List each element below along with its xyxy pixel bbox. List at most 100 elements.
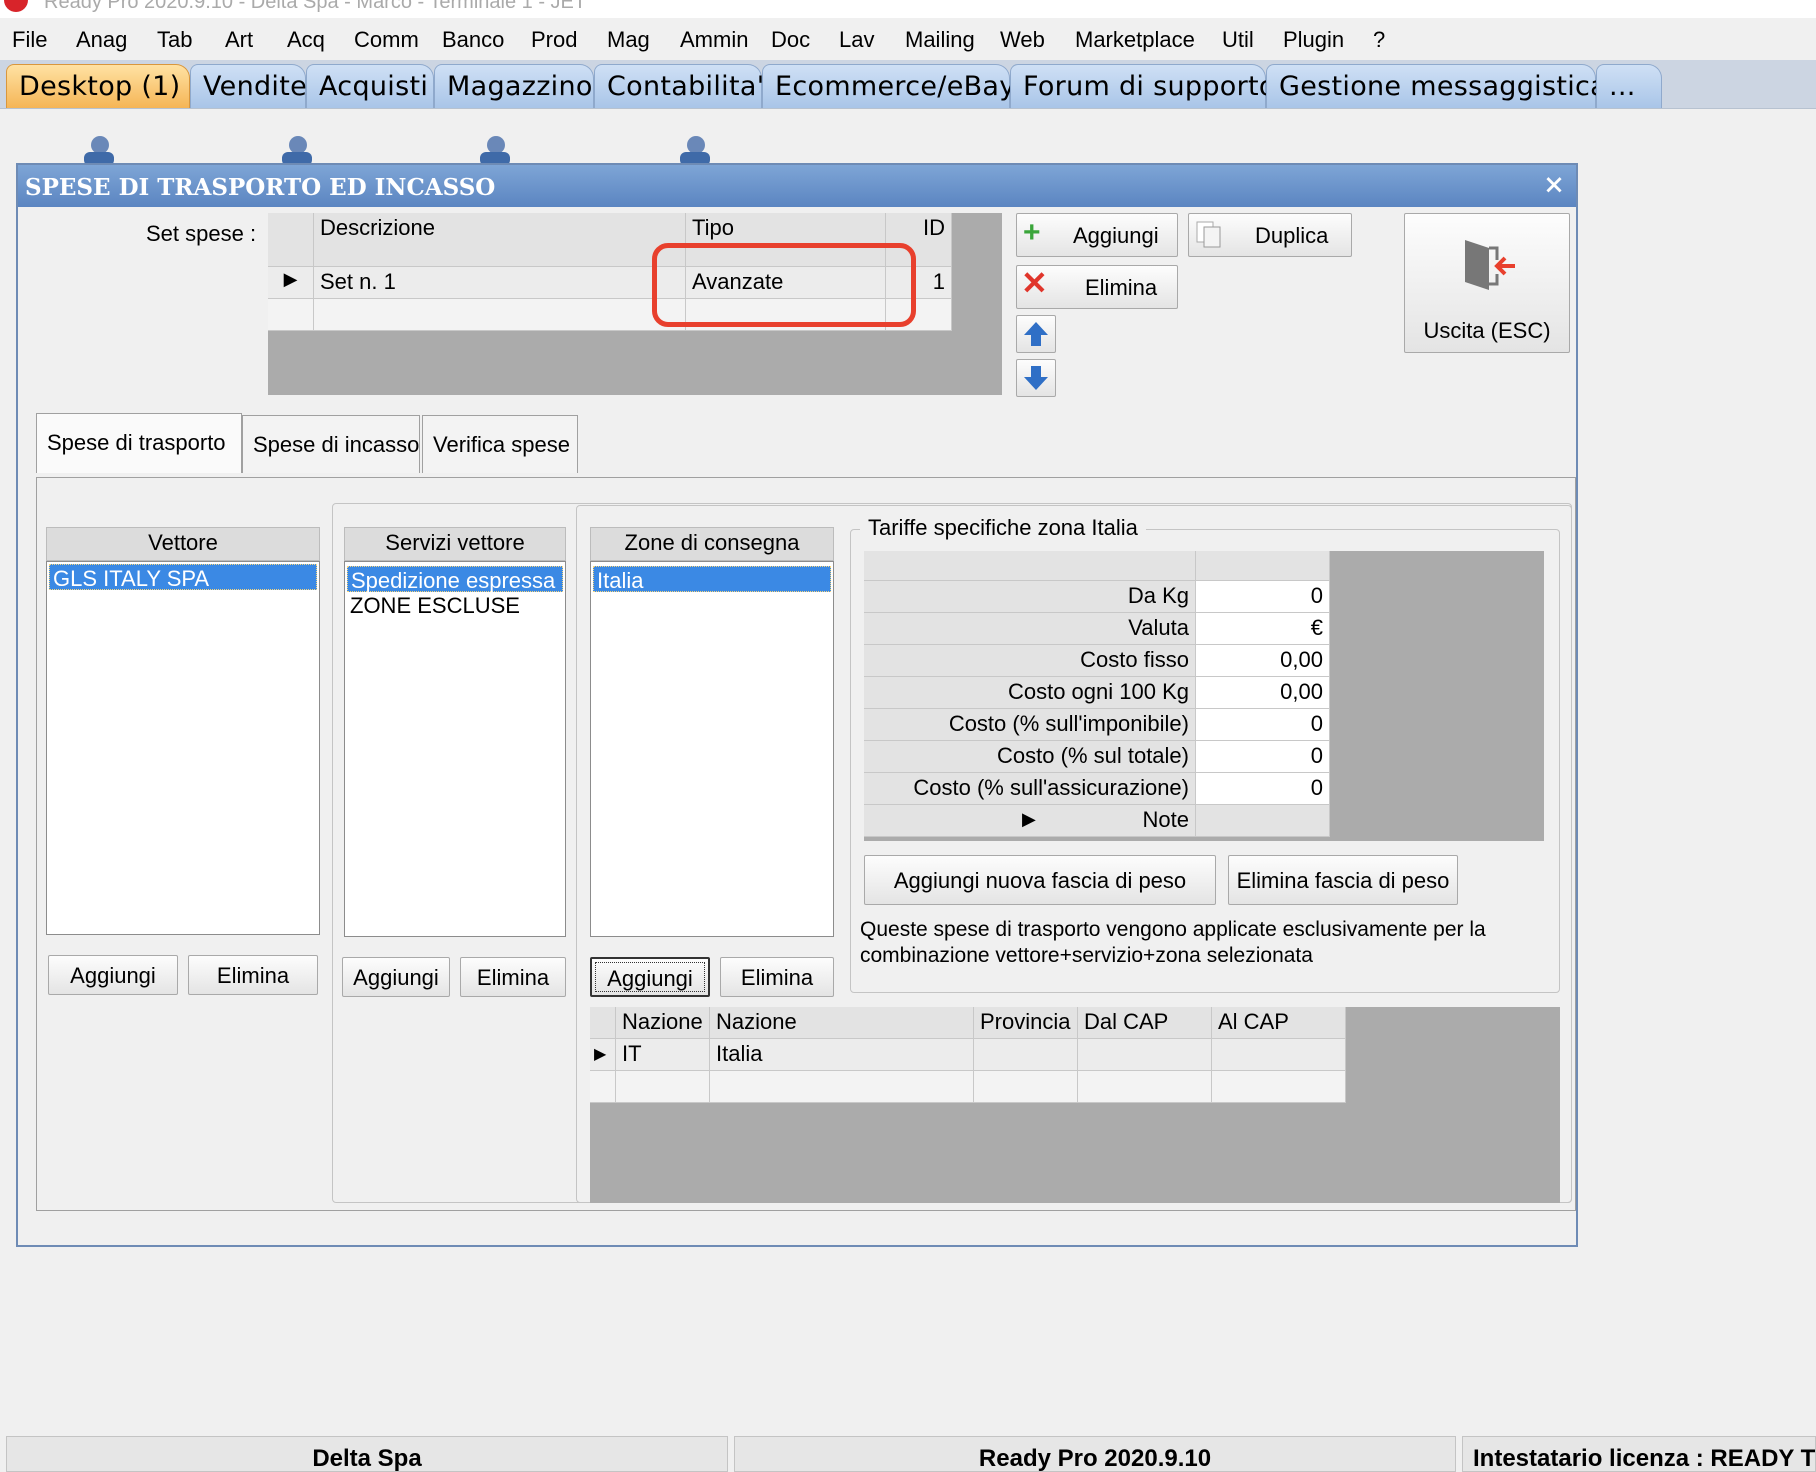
spese-trasporto-dialog: SPESE DI TRASPORTO ED INCASSO × Set spes…: [16, 163, 1578, 1247]
user-icon[interactable]: [276, 134, 316, 166]
menu-comm[interactable]: Comm: [354, 27, 419, 53]
new-row-marker: [590, 1071, 616, 1103]
user-icon[interactable]: [674, 134, 714, 166]
vettore-header: Vettore: [46, 527, 320, 561]
new-row-cell[interactable]: [314, 299, 686, 331]
tab-spese-incasso[interactable]: Spese di incasso: [242, 415, 420, 473]
row-label: Costo (% sull'imponibile): [864, 709, 1196, 741]
row-label: Costo ogni 100 Kg: [864, 677, 1196, 709]
move-up-button[interactable]: [1016, 315, 1056, 353]
close-icon[interactable]: ×: [1540, 171, 1568, 199]
aggiungi-fascia-button[interactable]: Aggiungi nuova fascia di peso: [864, 855, 1216, 905]
col-descrizione[interactable]: Descrizione: [314, 213, 686, 267]
menu-help[interactable]: ?: [1373, 27, 1385, 53]
cell-provincia[interactable]: [974, 1039, 1078, 1071]
menu-plugin[interactable]: Plugin: [1283, 27, 1344, 53]
vettore-list[interactable]: GLS ITALY SPA: [46, 561, 320, 935]
costo-assicurazione-field[interactable]: 0: [1196, 773, 1330, 805]
grid-corner: [590, 1007, 616, 1039]
new-row-cell[interactable]: [1078, 1071, 1212, 1103]
servizi-list[interactable]: Spedizione espressa ZONE ESCLUSE: [344, 561, 566, 937]
tab-contabilita[interactable]: Contabilita': [594, 64, 764, 108]
list-item[interactable]: ZONE ESCLUSE: [347, 592, 563, 618]
menu-lav[interactable]: Lav: [839, 27, 874, 53]
tab-vendite[interactable]: Vendite: [190, 64, 307, 108]
aggiungi-set-button[interactable]: + Aggiungi: [1016, 213, 1178, 257]
dialog-title: SPESE DI TRASPORTO ED INCASSO: [25, 174, 496, 201]
aggiungi-zona-button[interactable]: Aggiungi: [590, 957, 710, 997]
tab-ecommerce[interactable]: Ecommerce/eBay: [762, 64, 1015, 108]
menu-ammin[interactable]: Ammin: [680, 27, 748, 53]
menu-mailing[interactable]: Mailing: [905, 27, 975, 53]
menu-tab[interactable]: Tab: [157, 27, 192, 53]
menu-bar: File Anag Tab Art Acq Comm Banco Prod Ma…: [0, 22, 1816, 58]
aggiungi-vettore-button[interactable]: Aggiungi: [48, 955, 178, 995]
cell-dal-cap[interactable]: [1078, 1039, 1212, 1071]
note-field[interactable]: [1196, 805, 1330, 837]
elimina-set-button[interactable]: ✕ Elimina: [1016, 265, 1178, 309]
tab-forum[interactable]: Forum di supporto: [1010, 64, 1275, 108]
list-item[interactable]: GLS ITALY SPA: [49, 564, 317, 591]
duplica-button[interactable]: Duplica: [1188, 213, 1352, 257]
move-down-button[interactable]: [1016, 359, 1056, 397]
tab-acquisti[interactable]: Acquisti: [306, 64, 434, 108]
user-icon[interactable]: [78, 134, 118, 166]
aggiungi-label: Aggiungi: [1073, 223, 1159, 248]
list-item[interactable]: Spedizione espressa: [347, 566, 563, 593]
cell-al-cap[interactable]: [1212, 1039, 1346, 1071]
costo-100kg-field[interactable]: 0,00: [1196, 677, 1330, 709]
menu-web[interactable]: Web: [1000, 27, 1045, 53]
exit-door-icon: [1465, 240, 1515, 290]
tab-desktop[interactable]: Desktop (1): [6, 64, 190, 108]
col-dal-cap[interactable]: Dal CAP: [1078, 1007, 1212, 1039]
menu-banco[interactable]: Banco: [442, 27, 504, 53]
menu-prod[interactable]: Prod: [531, 27, 577, 53]
menu-marketplace[interactable]: Marketplace: [1075, 27, 1195, 53]
valuta-field[interactable]: €: [1196, 613, 1330, 645]
new-row-cell[interactable]: [1212, 1071, 1346, 1103]
col-provincia[interactable]: Provincia: [974, 1007, 1078, 1039]
elimina-servizio-button[interactable]: Elimina: [460, 957, 566, 997]
cell-nazione-cod[interactable]: IT: [616, 1039, 710, 1071]
tab-magazzino[interactable]: Magazzino: [434, 64, 594, 108]
costo-imponibile-field[interactable]: 0: [1196, 709, 1330, 741]
cell-descrizione[interactable]: Set n. 1: [314, 267, 686, 299]
tab-more[interactable]: ...: [1596, 64, 1662, 108]
highlight-annotation: [652, 243, 916, 327]
menu-acq[interactable]: Acq: [287, 27, 325, 53]
new-row-cell[interactable]: [710, 1071, 974, 1103]
new-row-cell[interactable]: [616, 1071, 710, 1103]
new-row-cell[interactable]: [974, 1071, 1078, 1103]
tab-spese-trasporto[interactable]: Spese di trasporto: [36, 413, 242, 473]
da-kg-field[interactable]: 0: [1196, 581, 1330, 613]
tab-messaggistica[interactable]: Gestione messaggistica: [1266, 64, 1607, 108]
menu-mag[interactable]: Mag: [607, 27, 650, 53]
elimina-fascia-button[interactable]: Elimina fascia di peso: [1228, 855, 1458, 905]
row-label: Costo (% sull'assicurazione): [864, 773, 1196, 805]
tariffe-header-right: [1196, 551, 1330, 581]
zone-list[interactable]: Italia: [590, 561, 834, 937]
tab-verifica-spese[interactable]: Verifica spese: [422, 415, 578, 473]
elimina-zona-button[interactable]: Elimina: [720, 957, 834, 997]
aggiungi-servizio-button[interactable]: Aggiungi: [342, 957, 450, 997]
menu-art[interactable]: Art: [225, 27, 253, 53]
menu-util[interactable]: Util: [1222, 27, 1254, 53]
costo-fisso-field[interactable]: 0,00: [1196, 645, 1330, 677]
window-title: Ready Pro 2020.9.10 - Delta Spa - Marco …: [44, 0, 587, 13]
row-label: Costo fisso: [864, 645, 1196, 677]
uscita-button[interactable]: Uscita (ESC): [1404, 213, 1570, 353]
elimina-vettore-button[interactable]: Elimina: [188, 955, 318, 995]
menu-doc[interactable]: Doc: [771, 27, 810, 53]
col-nazione[interactable]: Nazione: [710, 1007, 974, 1039]
plus-icon: +: [1023, 216, 1041, 249]
costo-totale-field[interactable]: 0: [1196, 741, 1330, 773]
menu-anag[interactable]: Anag: [76, 27, 127, 53]
elimina-label: Elimina: [1085, 275, 1158, 300]
cell-nazione[interactable]: Italia: [710, 1039, 974, 1071]
menu-file[interactable]: File: [12, 27, 47, 53]
col-nazione-cod[interactable]: Nazione: [616, 1007, 710, 1039]
user-icon[interactable]: [474, 134, 514, 166]
zone-grid: Nazione Nazione Provincia Dal CAP Al CAP…: [590, 1007, 1560, 1203]
list-item[interactable]: Italia: [593, 566, 831, 593]
col-al-cap[interactable]: Al CAP: [1212, 1007, 1346, 1039]
